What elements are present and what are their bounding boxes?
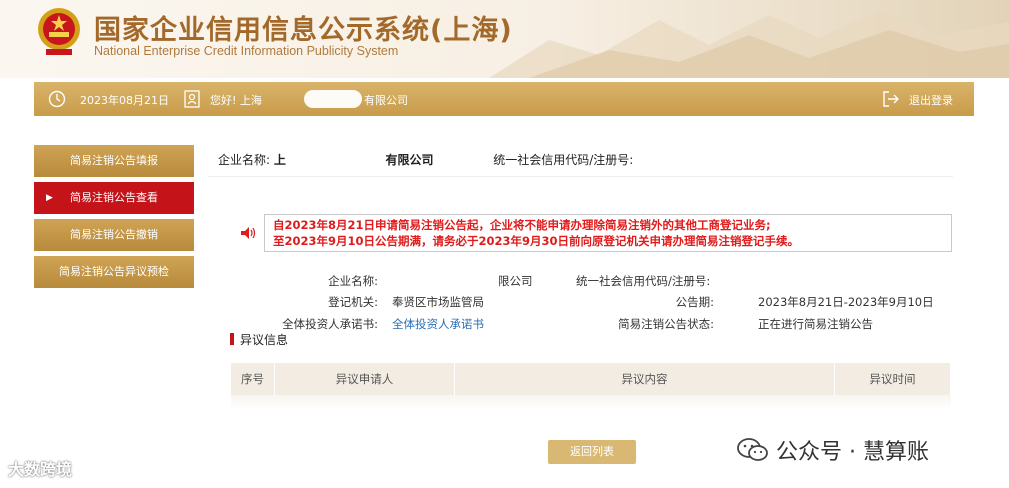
detail-status-label: 简易注销公告状态: — [618, 317, 714, 331]
detail-period-label: 公告期: — [675, 295, 714, 309]
national-emblem-icon — [38, 8, 80, 55]
credit-code-label: 统一社会信用代码/注册号: — [493, 153, 634, 167]
sidebar-item-objection-precheck[interactable]: 简易注销公告异议预检 — [34, 256, 194, 288]
notice-line-2: 至2023年9月10日公告期满，请务必于2023年9月30日前向原登记机关申请办… — [273, 234, 800, 248]
greeting-text: 您好! 上海 — [210, 94, 262, 107]
company-suffix: 有限公司 — [364, 94, 408, 107]
notice-line-1: 自2023年8月21日申请简易注销公告起，企业将不能申请办理除简易注销外的其他工… — [273, 218, 771, 232]
clock-icon — [48, 90, 66, 108]
logout-icon[interactable] — [882, 90, 900, 108]
sidebar: 简易注销公告填报 ▶ 简易注销公告查看 简易注销公告撤销 简易注销公告异议预检 — [34, 145, 194, 293]
sidebar-item-revoke[interactable]: 简易注销公告撤销 — [34, 219, 194, 251]
logout-link[interactable]: 退出登录 — [909, 92, 953, 108]
sidebar-item-view[interactable]: ▶ 简易注销公告查看 — [34, 182, 194, 214]
investor-commitment-link[interactable]: 全体投资人承诺书 — [392, 316, 484, 332]
objection-table: 序号 异议申请人 异议内容 异议时间 — [231, 363, 951, 409]
detail-investor-label: 全体投资人承诺书: — [282, 317, 378, 331]
redaction-mask — [304, 90, 362, 108]
mountain-backdrop — [489, 10, 1009, 78]
watermark-right: 公众号 · 慧算账 — [776, 440, 929, 465]
notice-box: 自2023年8月21日申请简易注销公告起，企业将不能申请办理除简易注销外的其他工… — [264, 214, 952, 252]
detail-status-value: 正在进行简易注销公告 — [758, 317, 873, 331]
objection-section-title: 异议信息 — [230, 331, 288, 348]
table-empty-row — [231, 395, 951, 409]
site-header: 国家企业信用信息公示系统(上海) National Enterprise Cre… — [0, 0, 1009, 78]
divider — [208, 176, 953, 177]
detail-authority-value: 奉贤区市场监管局 — [392, 295, 484, 309]
active-arrow-icon: ▶ — [46, 193, 53, 203]
enterprise-name-label: 企业名称: — [218, 153, 271, 167]
objection-title-text: 异议信息 — [240, 333, 289, 347]
sidebar-item-label: 简易注销公告撤销 — [70, 228, 158, 241]
detail-authority-label: 登记机关: — [328, 295, 378, 309]
col-applicant: 异议申请人 — [275, 363, 455, 395]
site-title: 国家企业信用信息公示系统(上海) — [94, 15, 513, 46]
sidebar-item-fill[interactable]: 简易注销公告填报 — [34, 145, 194, 177]
detail-period-value: 2023年8月21日-2023年9月10日 — [758, 295, 934, 309]
current-date: 2023年08月21日 — [80, 94, 169, 107]
sidebar-item-label: 简易注销公告异议预检 — [59, 265, 169, 278]
user-icon — [184, 90, 200, 108]
col-content: 异议内容 — [455, 363, 835, 395]
sidebar-item-label: 简易注销公告查看 — [70, 191, 158, 204]
site-subtitle: National Enterprise Credit Information P… — [94, 44, 399, 58]
info-bar: 2023年08月21日 您好! 上海 有限公司 退出登录 — [34, 82, 974, 116]
detail-name-label: 企业名称: — [328, 274, 378, 288]
col-index: 序号 — [231, 363, 275, 395]
sidebar-item-label: 简易注销公告填报 — [70, 154, 158, 167]
speaker-icon — [241, 227, 256, 239]
table-header: 序号 异议申请人 异议内容 异议时间 — [231, 363, 951, 395]
watermark-left: 大数跨境 — [8, 460, 73, 479]
detail-name-value: 限公司 — [498, 274, 533, 288]
detail-code-label: 统一社会信用代码/注册号: — [576, 274, 711, 288]
back-to-list-button[interactable]: 返回列表 — [548, 440, 636, 464]
section-marker — [230, 333, 234, 345]
wechat-icon — [737, 438, 768, 461]
enterprise-summary: 企业名称: 上 有限公司 统一社会信用代码/注册号: — [218, 151, 633, 168]
col-time: 异议时间 — [835, 363, 951, 395]
enterprise-name-suffix: 有限公司 — [385, 153, 434, 167]
enterprise-name-prefix: 上 — [273, 153, 286, 167]
